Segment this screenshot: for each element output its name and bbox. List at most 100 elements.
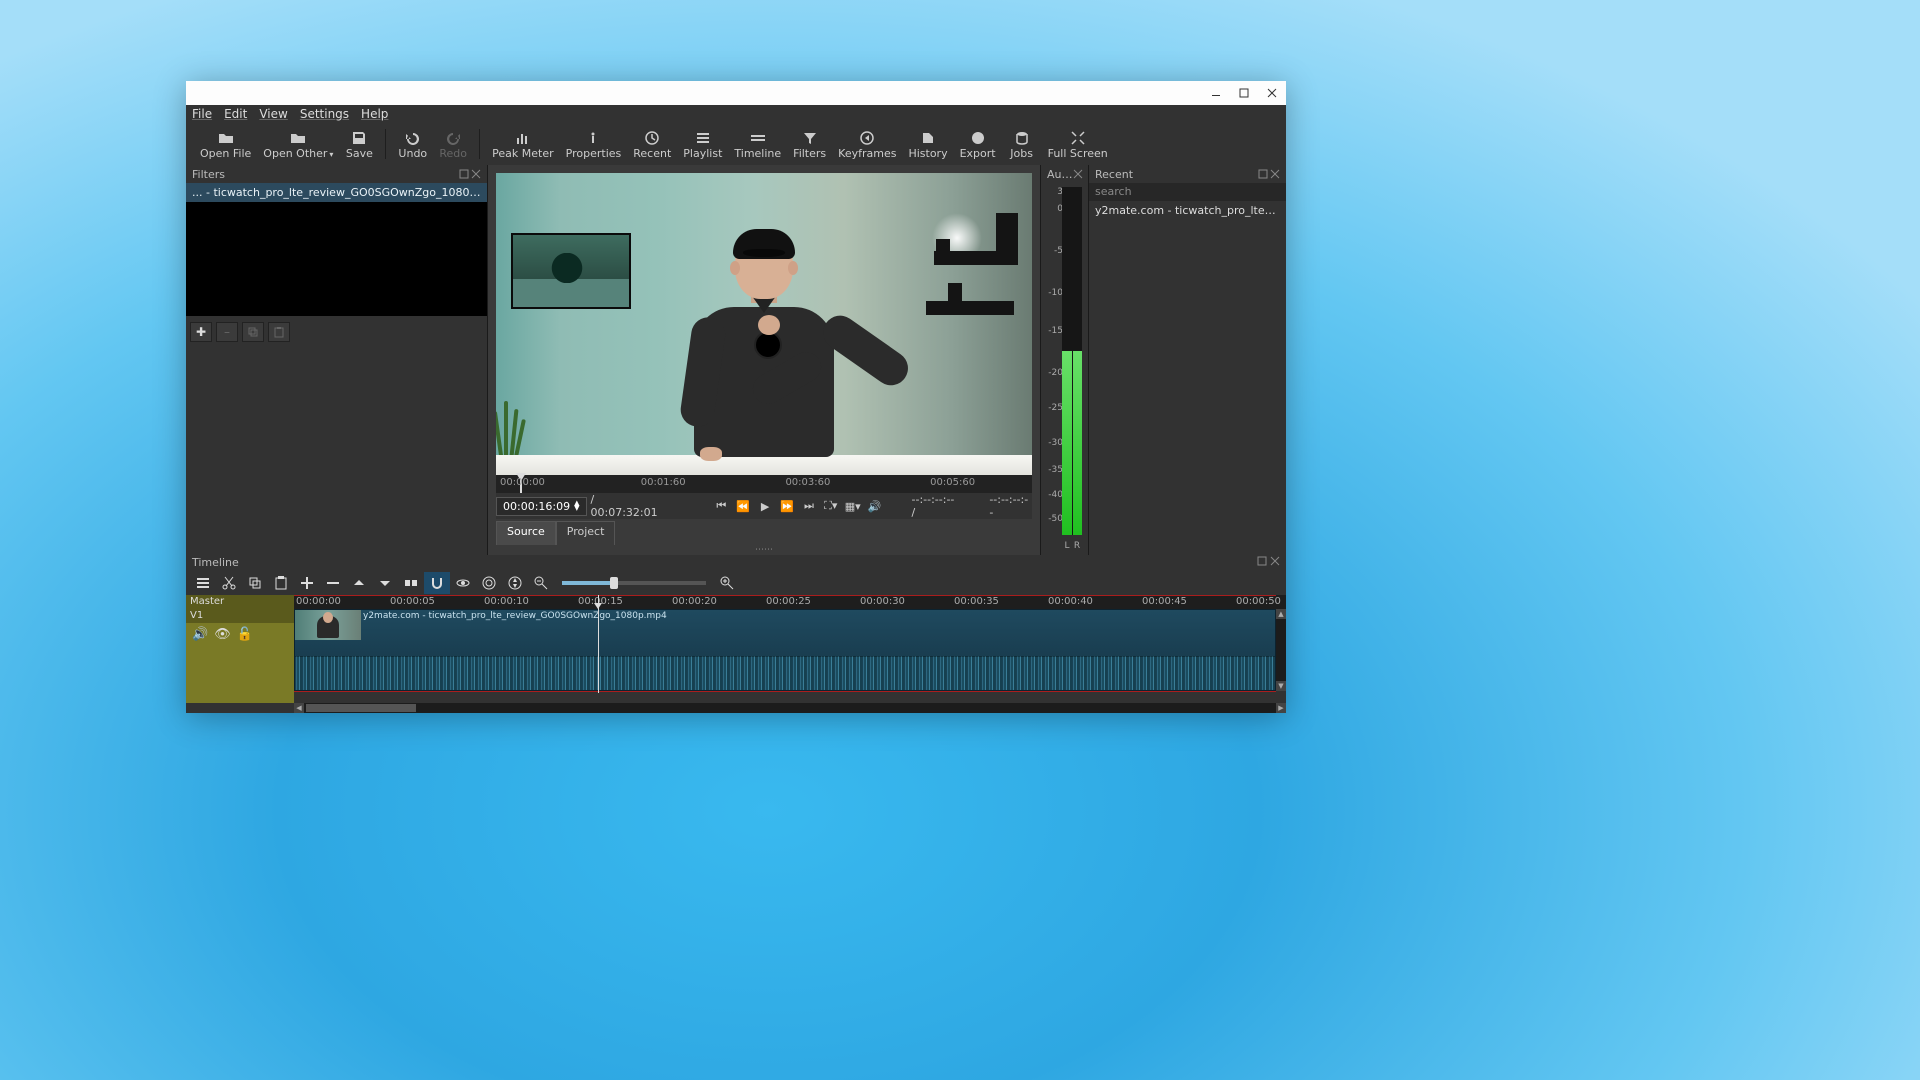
- audio-meter-panel: Au… 3 0 -5 -10 -15 -20 -25 -30 -35 -40: [1040, 165, 1088, 555]
- peak-meter-label: Peak Meter: [492, 147, 553, 160]
- export-icon: [970, 129, 986, 147]
- app-window: File Edit View Settings Help Open File O…: [186, 81, 1286, 713]
- timeline-hscroll[interactable]: ◀▶: [294, 703, 1286, 713]
- timeline-clip[interactable]: y2mate.com - ticwatch_pro_lte_review_GO0…: [294, 609, 1276, 691]
- grid-button[interactable]: ▦▾: [844, 497, 862, 515]
- menu-view[interactable]: View: [259, 107, 287, 121]
- filter-copy-button[interactable]: [242, 322, 264, 342]
- tl-rippleall-button[interactable]: [502, 572, 528, 594]
- skip-prev-button[interactable]: ⏮: [712, 497, 730, 515]
- peak-meter-icon: [515, 129, 531, 147]
- tl-snap-button[interactable]: [424, 572, 450, 594]
- recent-button[interactable]: Recent: [627, 129, 677, 160]
- filters-list[interactable]: [186, 202, 487, 316]
- preview-scrubber[interactable]: 00:00:00 00:01:60 00:03:60 00:05:60: [496, 475, 1032, 493]
- filters-title-label: Filters: [192, 168, 225, 181]
- filter-remove-button[interactable]: –: [216, 322, 238, 342]
- track-hide-icon[interactable]: 👁: [214, 627, 231, 642]
- panel-close-icon[interactable]: [1270, 169, 1280, 179]
- tl-zoom-slider[interactable]: [562, 581, 706, 585]
- forward-button[interactable]: ⏩: [778, 497, 796, 515]
- recent-panel: Recent search y2mate.com - ticwatch_pro_…: [1088, 165, 1286, 555]
- filters-button[interactable]: Filters: [787, 129, 832, 160]
- tl-delete-button[interactable]: [320, 572, 346, 594]
- properties-button[interactable]: Properties: [560, 129, 628, 160]
- tl-zoomout-button[interactable]: [528, 572, 554, 594]
- tl-copy-button[interactable]: [242, 572, 268, 594]
- timeline-ruler[interactable]: 00:00:00 00:00:05 00:00:10 00:00:15 00:0…: [294, 595, 1286, 609]
- panel-close-icon[interactable]: [471, 169, 481, 179]
- track-mute-icon[interactable]: 🔊: [192, 627, 208, 642]
- tl-overwrite-button[interactable]: [372, 572, 398, 594]
- ruler-tick: 00:00:35: [954, 596, 999, 607]
- open-other-button[interactable]: Open Other▾: [257, 129, 339, 160]
- track-area[interactable]: 00:00:00 00:00:05 00:00:10 00:00:15 00:0…: [294, 595, 1286, 703]
- audio-title-label: Au…: [1047, 168, 1073, 181]
- save-button[interactable]: Save: [339, 129, 379, 160]
- timeline-button[interactable]: Timeline: [728, 129, 787, 160]
- filter-paste-button[interactable]: [268, 322, 290, 342]
- tl-zoomin-button[interactable]: [714, 572, 740, 594]
- panel-close-icon[interactable]: [1270, 556, 1280, 566]
- panel-float-icon[interactable]: [459, 169, 469, 179]
- maximize-button[interactable]: [1230, 81, 1258, 105]
- decor-landscape: [511, 233, 631, 309]
- tl-menu-button[interactable]: [190, 572, 216, 594]
- timeline-icon: [750, 129, 766, 147]
- panel-close-icon[interactable]: [1073, 169, 1083, 179]
- meter-tick-label: -10: [1048, 288, 1063, 298]
- recent-label: Recent: [633, 147, 671, 160]
- fullscreen-button[interactable]: Full Screen: [1042, 129, 1114, 160]
- menu-file[interactable]: File: [192, 107, 212, 121]
- keyframes-button[interactable]: Keyframes: [832, 129, 902, 160]
- master-track-header[interactable]: Master: [186, 595, 294, 609]
- playlist-button[interactable]: Playlist: [677, 129, 728, 160]
- timeline-vscroll[interactable]: ▲▼: [1276, 609, 1286, 691]
- menubar: File Edit View Settings Help: [186, 105, 1286, 123]
- tab-project[interactable]: Project: [556, 521, 616, 545]
- tl-lift-button[interactable]: [346, 572, 372, 594]
- jobs-button[interactable]: Jobs: [1002, 129, 1042, 160]
- menu-edit[interactable]: Edit: [224, 107, 247, 121]
- open-file-button[interactable]: Open File: [194, 129, 257, 160]
- filters-label: Filters: [793, 147, 826, 160]
- panel-resize-handle[interactable]: ⋯⋯: [488, 545, 1040, 555]
- volume-button[interactable]: 🔊: [866, 497, 884, 515]
- tl-cut-button[interactable]: [216, 572, 242, 594]
- v1-track-header[interactable]: V1: [186, 609, 294, 623]
- scrub-tick: 00:03:60: [785, 477, 830, 488]
- menu-settings[interactable]: Settings: [300, 107, 349, 121]
- panel-float-icon[interactable]: [1258, 169, 1268, 179]
- preview-video[interactable]: [496, 173, 1032, 475]
- recent-search-input[interactable]: search: [1089, 183, 1286, 201]
- history-button[interactable]: History: [902, 129, 953, 160]
- current-time-input[interactable]: 00:00:16:09 ▲▼: [496, 497, 587, 516]
- undo-button[interactable]: Undo: [392, 129, 433, 160]
- tl-ripple-button[interactable]: [476, 572, 502, 594]
- redo-button[interactable]: Redo: [433, 129, 473, 160]
- rewind-button[interactable]: ⏪: [734, 497, 752, 515]
- tl-split-button[interactable]: [398, 572, 424, 594]
- recent-item[interactable]: y2mate.com - ticwatch_pro_lte_review_…: [1089, 201, 1286, 220]
- peak-meter-button[interactable]: Peak Meter: [486, 129, 559, 160]
- skip-next-button[interactable]: ⏭: [800, 497, 818, 515]
- meter-tick-label: -50: [1048, 514, 1063, 524]
- track-lock-icon[interactable]: 🔓: [237, 627, 253, 642]
- filter-add-button[interactable]: ✚: [190, 322, 212, 342]
- close-button[interactable]: [1258, 81, 1286, 105]
- timeline-playhead[interactable]: [598, 595, 599, 693]
- time-spinner[interactable]: ▲▼: [574, 501, 579, 511]
- panel-float-icon[interactable]: [1257, 556, 1267, 566]
- zoom-fit-button[interactable]: ⛶▾: [822, 497, 840, 515]
- tl-scrub-button[interactable]: [450, 572, 476, 594]
- tl-append-button[interactable]: [294, 572, 320, 594]
- export-button[interactable]: Export: [954, 129, 1002, 160]
- export-label: Export: [960, 147, 996, 160]
- minimize-button[interactable]: [1202, 81, 1230, 105]
- scrub-tick: 00:00:00: [500, 477, 545, 488]
- tl-paste-button[interactable]: [268, 572, 294, 594]
- play-button[interactable]: ▶: [756, 497, 774, 515]
- tab-source[interactable]: Source: [496, 521, 556, 545]
- menu-help[interactable]: Help: [361, 107, 388, 121]
- decor-plant: [496, 397, 522, 457]
